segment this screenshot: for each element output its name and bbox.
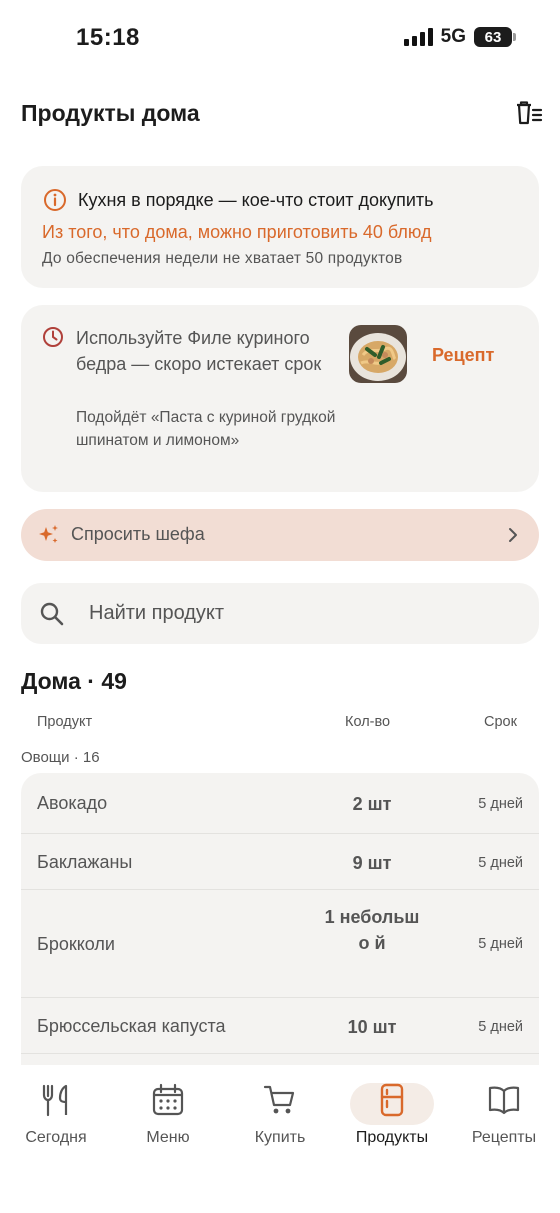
product-qty: 1 небольшо й [324, 907, 420, 953]
trash-list-icon[interactable] [515, 100, 543, 126]
home-section-title: Дома · 49 [21, 668, 127, 694]
search-icon [40, 602, 64, 626]
search-bar[interactable] [21, 583, 539, 644]
product-name: Авокадо [37, 793, 108, 813]
product-list: Авокадо 2 шт 5 дней Баклажаны 9 шт 5 дне… [21, 773, 539, 1065]
tab-label: Продукты [355, 1129, 429, 1146]
calendar-icon [152, 1083, 184, 1116]
tab-label: Сегодня [25, 1129, 87, 1146]
book-icon [488, 1086, 520, 1115]
product-name: Баклажаны [37, 852, 133, 872]
product-expires: 5 дней [478, 796, 523, 812]
expiring-text: Используйте Филе куриного бедра — скоро … [76, 328, 322, 374]
tab-label: Меню [146, 1129, 190, 1146]
product-qty: 2 шт [352, 794, 392, 814]
tab-today[interactable]: Сегодня [14, 1083, 98, 1147]
status-bar: 15:18 5G 63 [0, 0, 560, 76]
group-label-vegetables: Овощи · 16 [21, 749, 100, 766]
column-header-qty[interactable]: Кол-во [345, 714, 390, 730]
chevron-right-icon [509, 528, 517, 542]
tab-label: Рецепты [471, 1129, 537, 1146]
clock-icon [43, 327, 63, 347]
status-indicators: 5G 63 [403, 26, 516, 48]
dishes-available-text: Из того, что дома, можно приготовить 40 … [42, 222, 432, 242]
fridge-icon [380, 1083, 404, 1117]
product-qty: 10 шт [347, 1017, 397, 1037]
tab-buy[interactable]: Купить [238, 1083, 322, 1147]
tab-label: Купить [254, 1129, 306, 1146]
recipe-thumbnail[interactable] [349, 325, 407, 383]
missing-products-text: До обеспечения недели не хватает 50 прод… [42, 250, 403, 267]
product-qty: 9 шт [352, 853, 392, 873]
status-time: 15:18 [76, 24, 140, 51]
battery-level: 63 [484, 28, 502, 46]
page-title: Продукты дома [21, 100, 200, 126]
kitchen-status-card: Кухня в порядке — кое-что стоит докупить… [21, 166, 539, 288]
product-expires: 5 дней [478, 1019, 523, 1035]
tab-menu[interactable]: Меню [126, 1083, 210, 1147]
product-name: Брокколи [37, 934, 115, 954]
product-name: Брюссельская капуста [37, 1016, 226, 1036]
status-title: Кухня в порядке — кое-что стоит докупить [78, 190, 434, 210]
cart-icon [263, 1085, 295, 1114]
search-input[interactable] [89, 598, 509, 628]
recipe-suggestion-text: Подойдёт «Паста с куриной грудкой шпинат… [76, 409, 336, 449]
product-expires: 5 дней [478, 936, 523, 952]
tab-bar: Сегодня Меню Купить Продукты Рецепты [0, 1065, 560, 1213]
ask-chef-button[interactable]: Спросить шефа [21, 509, 539, 561]
sparkle-icon [39, 525, 58, 543]
expiring-product-card[interactable]: Используйте Филе куриного бедра — скоро … [21, 305, 539, 492]
table-row[interactable]: Брокколи 1 небольшо й 5 дней [21, 890, 539, 998]
battery-icon: 63 [474, 27, 516, 47]
tab-products[interactable]: Продукты [350, 1083, 434, 1147]
network-label: 5G [440, 26, 466, 47]
table-row[interactable]: Брюссельская капуста 10 шт 5 дней [21, 998, 539, 1054]
column-header-product[interactable]: Продукт [37, 714, 92, 730]
ask-chef-label: Спросить шефа [71, 524, 205, 544]
column-header-expires[interactable]: Срок [484, 714, 517, 730]
table-row[interactable]: Баклажаны 9 шт 5 дней [21, 834, 539, 890]
recipe-button[interactable]: Рецепт [432, 345, 494, 366]
info-icon [44, 189, 66, 211]
fork-knife-icon [42, 1084, 68, 1117]
product-expires: 5 дней [478, 855, 523, 871]
signal-icon [403, 28, 433, 46]
table-row[interactable]: Авокадо 2 шт 5 дней [21, 773, 539, 834]
tab-recipes[interactable]: Рецепты [462, 1083, 546, 1147]
